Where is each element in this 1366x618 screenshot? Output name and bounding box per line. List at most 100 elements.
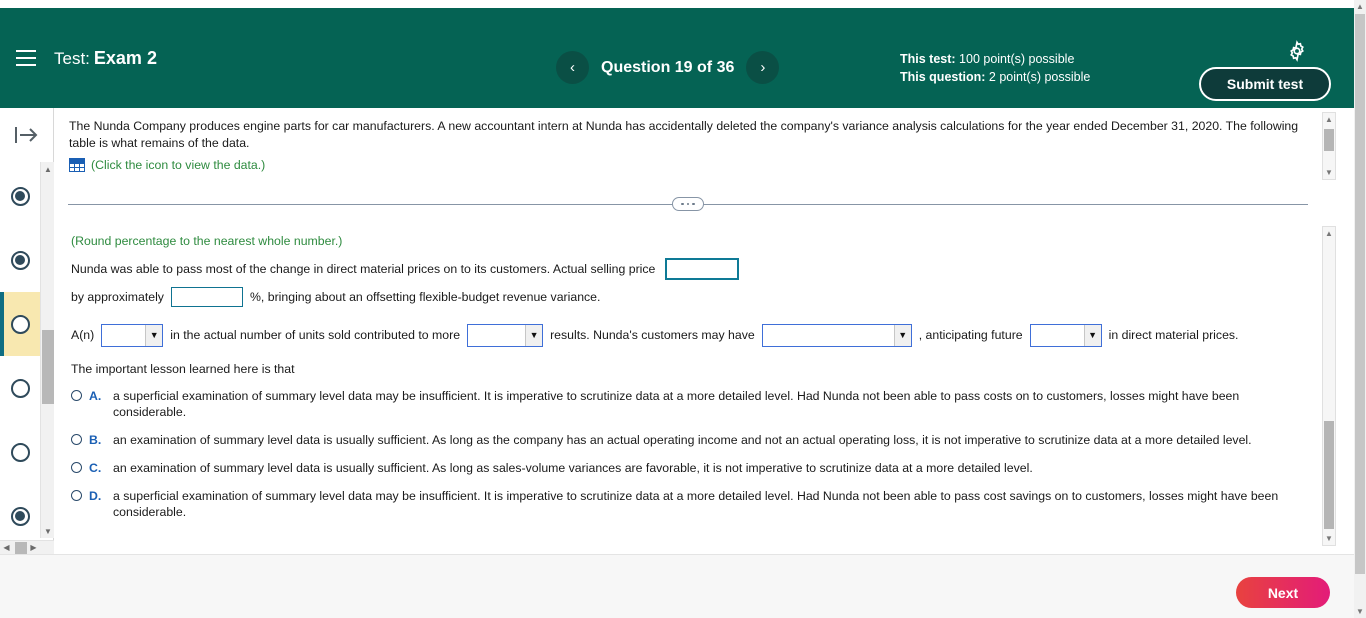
answer-line-3: A(n) ▼ in the actual number of units sol… xyxy=(71,322,1305,348)
test-points-value: 100 point(s) possible xyxy=(959,52,1075,66)
view-data-link-label: (Click the icon to view the data.) xyxy=(91,158,266,172)
problem-statement-pane: The Nunda Company produces engine parts … xyxy=(55,110,1321,182)
current-dot-icon xyxy=(10,314,30,334)
caret-up-icon[interactable]: ▲ xyxy=(1323,227,1335,240)
scrollbar-thumb[interactable] xyxy=(1355,14,1365,574)
sidebar-item-question-6[interactable] xyxy=(0,484,40,536)
choice-text: a superficial examination of summary lev… xyxy=(113,389,1240,419)
future-prices-dropdown-value xyxy=(1031,325,1084,346)
selling-price-input[interactable] xyxy=(665,258,740,280)
choice-letter: A. xyxy=(89,389,102,403)
choice-option-b[interactable]: B. an examination of summary level data … xyxy=(71,432,1305,448)
answer-line-2: by approximately %, bringing about an of… xyxy=(71,284,1305,310)
answer-pane-scrollbar[interactable]: ▲ ▼ xyxy=(1322,226,1336,546)
exam-page: Test: Exam 2 ‹ Question 19 of 36 › This t… xyxy=(0,0,1366,618)
answer-line-2-suffix: %, bringing about an offsetting flexible… xyxy=(249,290,601,304)
answered-dot-icon xyxy=(10,186,30,206)
problem-pane-scrollbar[interactable]: ▲ ▼ xyxy=(1322,112,1336,180)
sidebar-vertical-scrollbar[interactable]: ▲ ▼ xyxy=(40,162,54,538)
scrollbar-thumb[interactable] xyxy=(15,541,27,554)
question-sidebar: ▲ ▼ ◀ ▶ xyxy=(0,108,54,554)
problem-paragraph: The Nunda Company produces engine parts … xyxy=(69,119,1299,150)
answered-dot-icon xyxy=(10,506,30,526)
answer-line-1: Nunda was able to pass most of the chang… xyxy=(71,258,1305,280)
choice-letter: D. xyxy=(89,489,102,503)
caret-down-icon[interactable]: ▼ xyxy=(1323,532,1335,545)
table-grid-icon xyxy=(69,158,85,173)
test-title: Test: Exam 2 xyxy=(54,48,157,69)
chevron-down-icon: ▼ xyxy=(893,324,911,346)
results-dropdown[interactable]: ▼ xyxy=(467,323,544,347)
lesson-prompt: The important lesson learned here is tha… xyxy=(71,362,295,376)
caret-down-icon[interactable]: ▼ xyxy=(41,524,55,538)
units-change-dropdown-value xyxy=(102,325,145,346)
answer-line-3-c: results. Nunda's customers may have xyxy=(550,328,755,342)
choice-text: a superficial examination of summary lev… xyxy=(113,489,1279,519)
submit-test-button[interactable]: Submit test xyxy=(1199,67,1331,101)
customers-action-dropdown-value xyxy=(763,325,894,346)
caret-up-icon[interactable]: ▲ xyxy=(41,162,55,176)
question-counter: Question 19 of 36 xyxy=(601,58,735,76)
gear-icon[interactable] xyxy=(1286,40,1308,62)
top-header-bar: Test: Exam 2 ‹ Question 19 of 36 › This t… xyxy=(0,8,1354,108)
results-dropdown-value xyxy=(468,325,525,346)
test-points-label: This test: xyxy=(900,52,956,66)
expand-panel-arrow-icon[interactable] xyxy=(12,122,40,148)
points-info: This test: 100 point(s) possible This qu… xyxy=(900,50,1090,86)
sidebar-horizontal-scrollbar[interactable]: ◀ ▶ xyxy=(0,540,54,554)
next-question-button[interactable]: › xyxy=(746,51,780,84)
percentage-input[interactable] xyxy=(170,287,243,307)
test-name-label: Exam 2 xyxy=(93,47,157,68)
sidebar-item-question-4[interactable] xyxy=(0,356,40,420)
previous-question-button[interactable]: ‹ xyxy=(556,51,589,84)
unanswered-dot-icon xyxy=(10,442,30,462)
caret-up-icon[interactable]: ▲ xyxy=(1354,0,1366,13)
question-dot-list[interactable] xyxy=(0,164,40,536)
question-navigation: ‹ Question 19 of 36 › xyxy=(556,51,780,84)
future-prices-dropdown[interactable]: ▼ xyxy=(1029,323,1102,347)
answer-line-3-b: in the actual number of units sold contr… xyxy=(170,328,461,342)
choice-text: an examination of summary level data is … xyxy=(113,433,1252,447)
next-button[interactable]: Next xyxy=(1236,577,1330,608)
chevron-down-icon: ▼ xyxy=(525,324,543,346)
chevron-down-icon: ▼ xyxy=(145,324,163,346)
pane-divider-handle[interactable] xyxy=(672,197,704,211)
units-change-dropdown[interactable]: ▼ xyxy=(101,323,164,347)
caret-right-icon[interactable]: ▶ xyxy=(27,543,40,552)
footer-bar xyxy=(0,554,1354,618)
hamburger-menu-icon[interactable] xyxy=(12,44,40,72)
chevron-down-icon: ▼ xyxy=(1083,324,1101,346)
caret-up-icon[interactable]: ▲ xyxy=(1323,113,1335,126)
answer-line-3-d: , anticipating future xyxy=(918,328,1023,342)
radio-icon[interactable] xyxy=(71,434,82,445)
scrollbar-thumb[interactable] xyxy=(1324,129,1334,151)
choice-letter: B. xyxy=(89,433,102,447)
browser-scrollbar[interactable]: ▲ ▼ xyxy=(1354,0,1366,618)
radio-icon[interactable] xyxy=(71,390,82,401)
caret-down-icon[interactable]: ▼ xyxy=(1354,605,1366,618)
answer-line-3-a: A(n) xyxy=(71,328,95,342)
view-data-link[interactable]: (Click the icon to view the data.) xyxy=(69,157,1307,174)
caret-left-icon[interactable]: ◀ xyxy=(0,543,13,552)
answer-line-3-e: in direct material prices. xyxy=(1108,328,1239,342)
answer-line-2-prefix: by approximately xyxy=(71,290,164,304)
choice-letter: C. xyxy=(89,461,102,475)
answer-line-1-text: Nunda was able to pass most of the chang… xyxy=(71,262,656,276)
sidebar-item-question-2[interactable] xyxy=(0,228,40,292)
caret-down-icon[interactable]: ▼ xyxy=(1323,166,1335,179)
scrollbar-thumb[interactable] xyxy=(1324,421,1334,529)
question-points-row: This question: 2 point(s) possible xyxy=(900,68,1090,86)
choice-option-a[interactable]: A. a superficial examination of summary … xyxy=(71,388,1305,420)
choice-option-c[interactable]: C. an examination of summary level data … xyxy=(71,460,1305,476)
sidebar-item-question-5[interactable] xyxy=(0,420,40,484)
customers-action-dropdown[interactable]: ▼ xyxy=(761,323,912,347)
choice-option-d[interactable]: D. a superficial examination of summary … xyxy=(71,488,1305,520)
sidebar-item-question-1[interactable] xyxy=(0,164,40,228)
scrollbar-thumb[interactable] xyxy=(42,330,54,404)
radio-icon[interactable] xyxy=(71,490,82,501)
radio-icon[interactable] xyxy=(71,462,82,473)
answered-dot-icon xyxy=(10,250,30,270)
sidebar-item-question-3-current[interactable] xyxy=(0,292,40,356)
rounding-instruction: (Round percentage to the nearest whole n… xyxy=(71,234,343,248)
test-points-row: This test: 100 point(s) possible xyxy=(900,50,1090,68)
